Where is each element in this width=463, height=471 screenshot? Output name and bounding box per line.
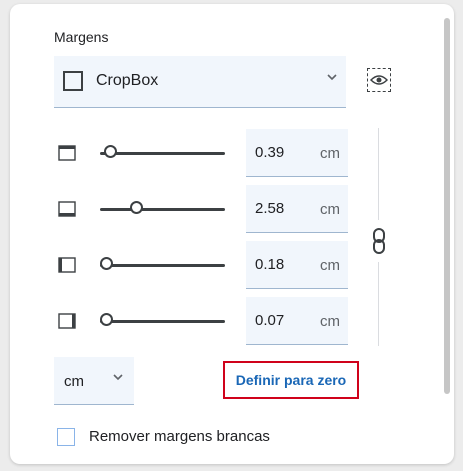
margin-value: 0.39 [255, 144, 285, 161]
link-icon[interactable] [370, 227, 388, 255]
margin-value: 0.07 [255, 312, 285, 329]
slider-thumb[interactable] [100, 257, 113, 270]
preset-select[interactable]: CropBox [54, 56, 346, 108]
slider-thumb[interactable] [104, 145, 118, 158]
section-title: Margens [54, 29, 109, 45]
link-line-top [378, 128, 379, 220]
page-box-icon [63, 71, 83, 91]
preset-value: CropBox [96, 72, 159, 89]
link-line-bottom [378, 262, 379, 346]
preview-toggle-button[interactable] [367, 68, 391, 92]
slider-track[interactable] [100, 208, 225, 211]
margin-value: 2.58 [255, 200, 285, 217]
slider-thumb[interactable] [130, 201, 144, 214]
remove-white-margins-checkbox[interactable] [57, 428, 75, 446]
margin-input-right[interactable]: 0.07 cm [246, 297, 348, 345]
slider-track[interactable] [100, 264, 225, 267]
margin-left-icon [58, 257, 76, 273]
slider-track[interactable] [100, 320, 225, 323]
margin-unit: cm [320, 145, 340, 162]
slider-track[interactable] [100, 152, 225, 155]
margin-unit: cm [320, 201, 340, 218]
margins-panel: Margens CropBox 0.39 cm 2.58 cm 0.18 cm … [10, 4, 454, 464]
slider-thumb[interactable] [100, 313, 113, 326]
margin-input-top[interactable]: 0.39 cm [246, 129, 348, 177]
scrollbar[interactable] [444, 18, 450, 394]
margin-top-icon [58, 145, 76, 161]
unit-select[interactable]: cm [54, 357, 134, 405]
margin-bottom-icon [58, 201, 76, 217]
margin-row-left: 0.18 cm [54, 241, 360, 289]
margin-unit: cm [320, 257, 340, 274]
chevron-down-icon [112, 371, 124, 386]
margin-unit: cm [320, 313, 340, 330]
margin-input-bottom[interactable]: 2.58 cm [246, 185, 348, 233]
margin-input-left[interactable]: 0.18 cm [246, 241, 348, 289]
margin-right-icon [58, 313, 76, 329]
chevron-down-icon [326, 70, 338, 86]
remove-white-margins-label[interactable]: Remover margens brancas [89, 428, 270, 445]
unit-select-value: cm [64, 373, 84, 390]
eye-icon [370, 75, 388, 85]
margin-row-bottom: 2.58 cm [54, 185, 360, 233]
margin-row-top: 0.39 cm [54, 129, 360, 177]
reset-to-zero-button[interactable]: Definir para zero [223, 361, 359, 399]
margin-value: 0.18 [255, 256, 285, 273]
margin-row-right: 0.07 cm [54, 297, 360, 345]
